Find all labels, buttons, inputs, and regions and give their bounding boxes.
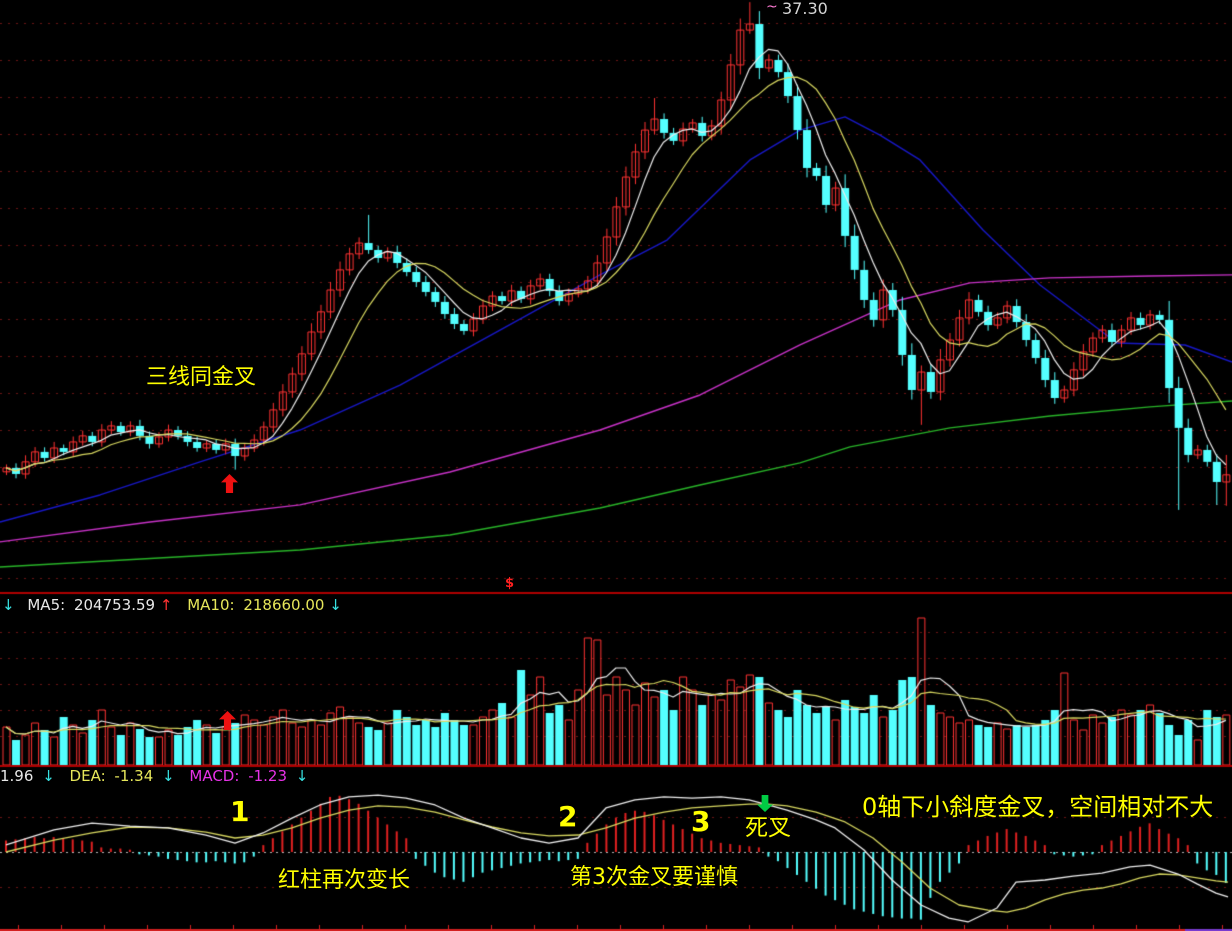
death-cross-label: 死叉 [745,817,791,840]
annotation-below-zero-golden-cross: 0轴下小斜度金叉，空间相对不大 [862,795,1213,819]
volume-ma10-label: MA10: [187,596,234,614]
macd-dif-arrow-icon: ↓ [42,767,55,785]
macd-dea-value: -1.34 [114,767,153,785]
annotation-three-line-golden-cross: 三线同金叉 [146,367,256,389]
volume-ma10-value: 218660.00 [243,596,324,614]
golden-cross-label-3: 3 [691,808,710,836]
macd-value-label: MACD: [189,767,239,785]
golden-cross-label-1: 1 [230,798,249,826]
dollar-marker: $ [505,577,514,590]
macd-dea-arrow-icon: ↓ [162,767,175,785]
peak-price-label: 37.30 [782,1,828,17]
volume-ma10-arrow-icon: ↓ [329,596,342,614]
golden-cross-label-2: 2 [558,803,577,831]
volume-ma5-label: MA5: [27,596,65,614]
macd-dea-label: DEA: [70,767,106,785]
annotation-red-bars-longer: 红柱再次变长 [278,870,410,892]
kline-chart-canvas [0,0,1232,931]
annotation-third-golden-cross-caution: 第3次金叉要谨慎 [570,867,738,889]
volume-ma5-value: 204753.59 [74,596,155,614]
macd-header: 1.96 ↓ DEA: -1.34 ↓ MACD: -1.23 ↓ [0,769,308,784]
macd-value: -1.23 [248,767,287,785]
volume-lead-arrow-icon: ↓ [2,596,15,614]
volume-header: ↓ MA5: 204753.59 ↑ MA10: 218660.00 ↓ [2,598,342,613]
macd-dif-value: 1.96 [0,767,33,785]
macd-arrow-icon: ↓ [296,767,309,785]
stock-chart-window: ~ 37.30 三线同金叉 $ ↓ MA5: 204753.59 ↑ MA10:… [0,0,1232,931]
peak-tick-mark: ~ [766,0,778,14]
volume-ma5-arrow-icon: ↑ [160,596,173,614]
